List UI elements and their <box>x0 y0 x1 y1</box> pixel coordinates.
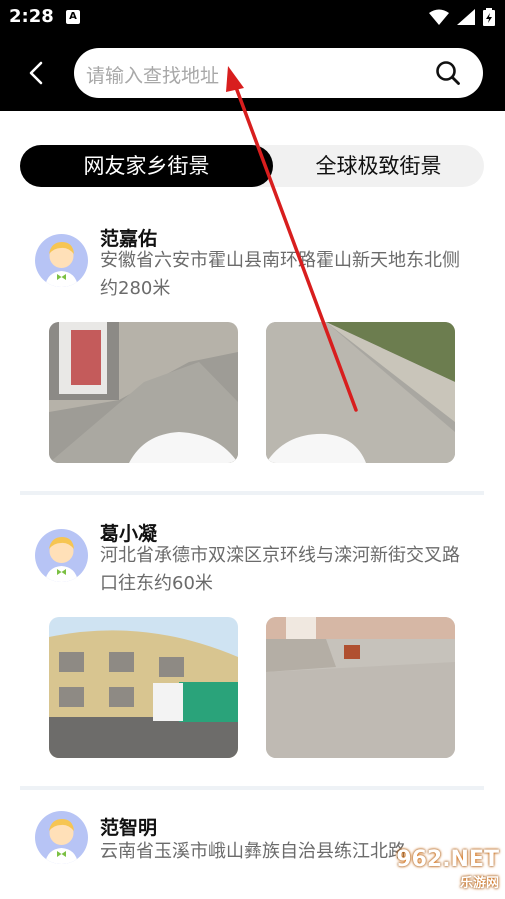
top-bar: 请输入查找地址 <box>0 34 505 111</box>
app-notification-icon: A <box>66 10 80 24</box>
status-time: 2:28 <box>9 6 54 27</box>
search-placeholder: 请输入查找地址 <box>86 65 220 87</box>
list-item[interactable]: 葛小凝 河北省承德市双滦区京环线与滦河新街交叉路口往东约60米 <box>20 515 484 765</box>
tab-global-streetview[interactable]: 全球极致街景 <box>273 145 484 187</box>
search-input[interactable]: 请输入查找地址 <box>74 48 483 98</box>
tab-bar: 网友家乡街景 全球极致街景 <box>20 145 484 187</box>
divider <box>20 491 484 495</box>
tab-hometown-streetview[interactable]: 网友家乡街景 <box>20 145 273 187</box>
watermark-logo: 962.NET 乐游网 <box>396 847 499 891</box>
user-avatar-icon <box>45 819 78 864</box>
list-item[interactable]: 范嘉佑 安徽省六安市霍山县南环路霍山新天地东北侧约280米 <box>20 220 484 470</box>
system-icons <box>429 8 495 26</box>
streetview-photo[interactable] <box>49 322 238 463</box>
search-icon[interactable] <box>435 60 461 86</box>
wifi-icon <box>429 9 449 25</box>
avatar <box>35 234 88 287</box>
divider <box>20 786 484 790</box>
back-arrow-icon[interactable] <box>22 58 52 88</box>
avatar <box>35 529 88 582</box>
address-text: 安徽省六安市霍山县南环路霍山新天地东北侧约280米 <box>100 250 460 299</box>
avatar <box>35 811 88 864</box>
user-name: 范智明 <box>100 817 158 839</box>
battery-icon <box>483 8 495 26</box>
streetview-photo[interactable] <box>49 617 238 758</box>
user-avatar-icon <box>45 242 78 287</box>
streetview-photo[interactable] <box>266 322 455 463</box>
signal-icon <box>457 9 475 25</box>
address-text: 河北省承德市双滦区京环线与滦河新街交叉路口往东约60米 <box>100 545 460 594</box>
status-bar: 2:28 A <box>0 0 505 34</box>
streetview-photo[interactable] <box>266 617 455 758</box>
user-avatar-icon <box>45 537 78 582</box>
